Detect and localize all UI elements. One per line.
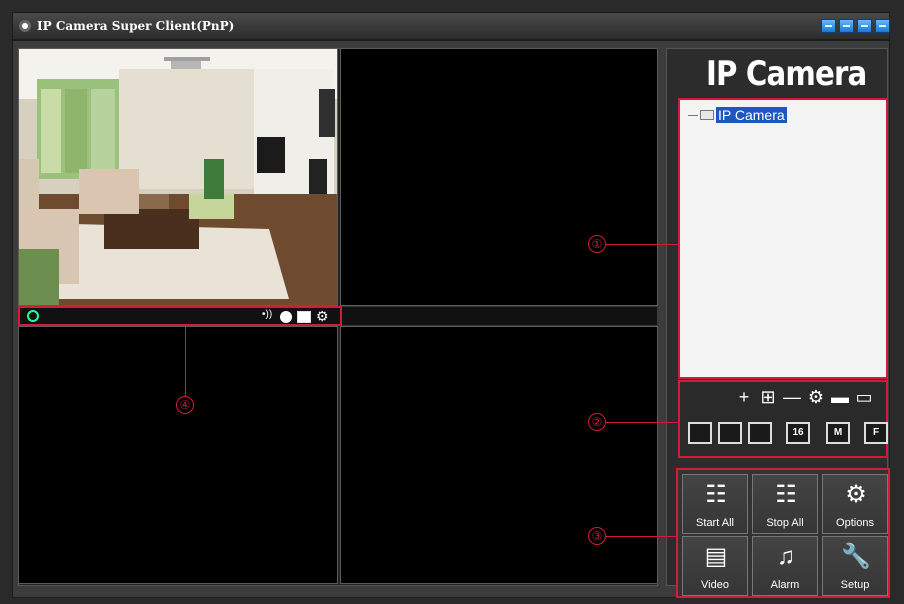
annotation-2: ②	[588, 413, 606, 431]
settings-icon[interactable]: ⚙	[807, 388, 825, 406]
layout-m-icon[interactable]: M	[826, 422, 850, 444]
options-icon: ⚙	[845, 481, 867, 508]
annotation-3: ③	[588, 527, 606, 545]
window-title: IP Camera Super Client(PnP)	[37, 19, 235, 33]
annotation-1: ①	[588, 235, 606, 253]
alarm-icon: ♫	[777, 543, 795, 570]
add-icon[interactable]: +	[735, 388, 753, 406]
video-cell-3[interactable]	[18, 326, 338, 584]
window-titlebar: IP Camera Super Client(PnP)	[12, 12, 890, 40]
annotation-4-line	[185, 326, 186, 396]
alarm-button[interactable]: ♫ Alarm	[752, 536, 818, 596]
options-label: Options	[836, 517, 874, 529]
minimize-icon[interactable]	[839, 19, 854, 33]
start-all-icon: ☷	[705, 481, 727, 508]
device-tree[interactable]: IP Camera	[678, 98, 888, 379]
video-cell-1[interactable]	[18, 48, 338, 306]
help-icon[interactable]	[821, 19, 836, 33]
action-panel: ☷ Start All ☷ Stop All ⚙ Options ▤ Video…	[676, 468, 890, 598]
remove-icon[interactable]: —	[783, 388, 801, 406]
power-icon[interactable]	[27, 310, 39, 322]
video-button[interactable]: ▤ Video	[682, 536, 748, 596]
annotation-2-line	[606, 422, 678, 423]
annotation-3-line	[606, 536, 676, 537]
video-label: Video	[701, 579, 729, 591]
start-all-button[interactable]: ☷ Start All	[682, 474, 748, 534]
stop-all-label: Stop All	[766, 517, 804, 529]
gear-icon[interactable]: ⚙	[316, 308, 329, 325]
tree-branch-icon	[688, 114, 698, 116]
setup-button[interactable]: 🔧 Setup	[822, 536, 888, 596]
camera-toolbar: •)) ⚙	[18, 306, 342, 326]
folder-icon	[700, 110, 714, 120]
snapshot-icon[interactable]	[297, 311, 311, 323]
camera-icon[interactable]: ▬	[831, 388, 849, 406]
layout-4-icon[interactable]	[718, 422, 742, 444]
window-icon[interactable]: ▭	[855, 388, 873, 406]
restore-icon[interactable]	[857, 19, 872, 33]
annotation-4: ④	[176, 396, 194, 414]
layout-16-icon[interactable]: 16	[786, 422, 810, 444]
close-icon[interactable]	[875, 19, 890, 33]
record-icon[interactable]	[280, 311, 292, 323]
add-device-icon[interactable]: ⊞	[759, 388, 777, 406]
setup-icon: 🔧	[841, 543, 871, 570]
tree-node-ip-camera[interactable]: IP Camera	[688, 106, 787, 124]
annotation-1-line	[606, 244, 678, 245]
tree-node-label: IP Camera	[716, 107, 787, 123]
layout-panel: + ⊞ — ⚙ ▬ ▭ 16 M F	[678, 380, 888, 458]
layout-1-icon[interactable]	[688, 422, 712, 444]
alarm-label: Alarm	[770, 579, 800, 591]
stop-all-button[interactable]: ☷ Stop All	[752, 474, 818, 534]
brand-title: IP Camera	[706, 54, 867, 94]
audio-icon[interactable]: •))	[262, 309, 272, 320]
video-cell-2[interactable]	[340, 48, 658, 306]
camera-feed-image	[19, 49, 337, 305]
video-cell-4[interactable]	[340, 326, 658, 584]
options-button[interactable]: ⚙ Options	[822, 474, 888, 534]
layout-9-icon[interactable]	[748, 422, 772, 444]
start-all-label: Start All	[696, 517, 734, 529]
layout-f-icon[interactable]: F	[864, 422, 888, 444]
app-icon	[19, 20, 31, 32]
setup-label: Setup	[840, 579, 870, 591]
device-tool-row: + ⊞ — ⚙ ▬ ▭	[735, 388, 885, 408]
layout-row: 16 M F	[688, 422, 888, 446]
stop-all-icon: ☷	[775, 481, 797, 508]
video-icon: ▤	[704, 543, 728, 570]
